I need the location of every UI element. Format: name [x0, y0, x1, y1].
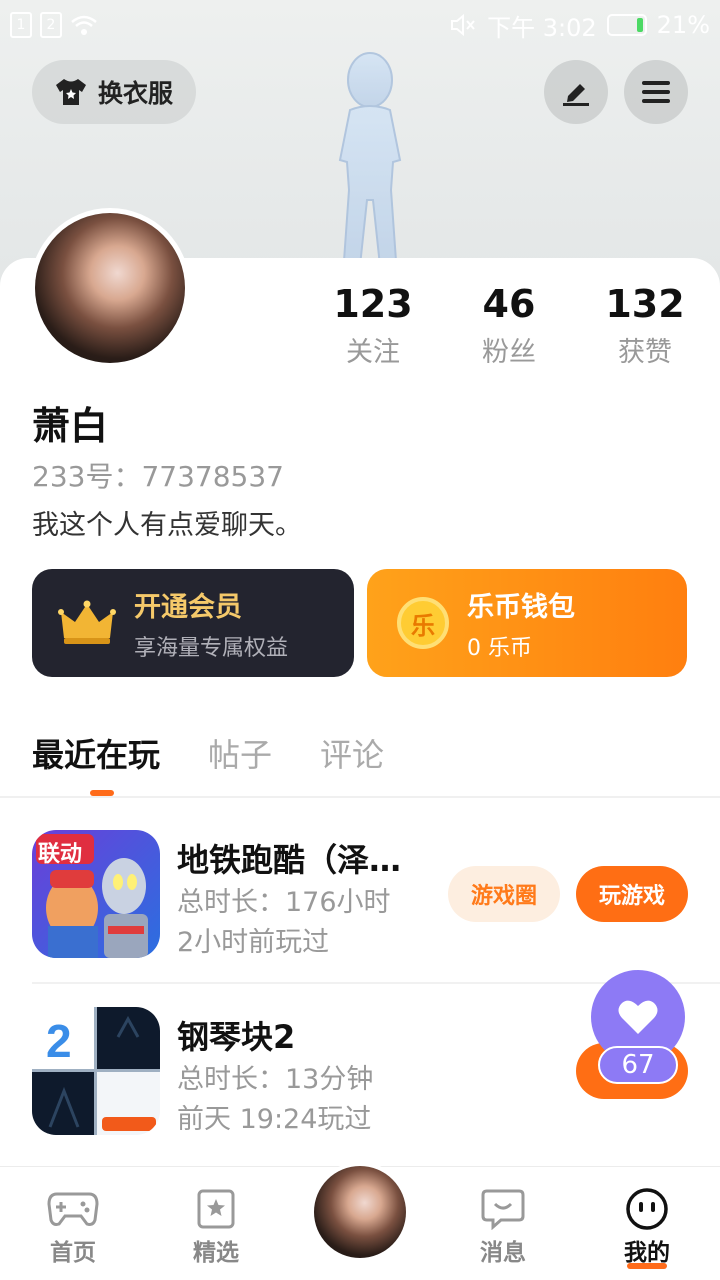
piano-tiles-game-icon: 2 — [32, 1007, 160, 1135]
tabs-divider — [0, 796, 720, 798]
bookmark-star-icon — [197, 1189, 235, 1229]
profile-tabs: 最近在玩 帖子 评论 — [32, 730, 384, 796]
menu-button[interactable] — [624, 60, 688, 124]
user-bio: 我这个人有点爱聊天。 — [32, 510, 302, 541]
play-game-button[interactable]: 玩游戏 — [576, 866, 688, 922]
subway-surfers-game-icon: 联动 — [32, 830, 160, 958]
game-title: 地铁跑酷（泽… — [177, 841, 402, 879]
game-circle-button[interactable]: 游戏圈 — [448, 866, 560, 922]
menu-icon — [642, 81, 670, 103]
nav-featured[interactable]: 精选 — [171, 1187, 261, 1267]
status-time: 下午 3:02 — [487, 13, 597, 42]
vip-subtitle: 享海量专属权益 — [134, 635, 289, 661]
game-duration: 总时长：13分钟 — [177, 1064, 374, 1095]
game-last-played: 前天 19:24玩过 — [177, 1104, 372, 1135]
nav-home-label: 首页 — [50, 1240, 96, 1266]
crown-icon — [58, 600, 116, 644]
likes-stat[interactable]: 132 获赞 — [577, 282, 713, 369]
game-duration: 总时长：176小时 — [177, 887, 391, 918]
avatar-3d-figure — [338, 52, 402, 276]
following-stat[interactable]: 123 关注 — [305, 282, 441, 369]
wifi-icon — [71, 15, 97, 35]
likes-label: 获赞 — [618, 337, 672, 368]
fans-count: 46 — [482, 282, 536, 326]
nav-center-avatar[interactable] — [310, 1162, 410, 1262]
game-title: 钢琴块2 — [177, 1018, 296, 1056]
user-name: 萧白 — [32, 404, 109, 448]
nav-home[interactable]: 首页 — [28, 1187, 118, 1267]
nav-messages[interactable]: 消息 — [458, 1187, 548, 1267]
user-id: 233号：77378537 — [32, 460, 284, 493]
smiley-face-icon — [626, 1188, 668, 1230]
tab-comments[interactable]: 评论 — [320, 730, 384, 776]
wallet-title: 乐币钱包 — [467, 591, 575, 623]
battery-percent: 21% — [656, 11, 710, 39]
chat-icon — [481, 1189, 525, 1230]
edit-icon — [563, 84, 589, 106]
coin-icon: 乐 — [397, 597, 449, 649]
tab-posts[interactable]: 帖子 — [208, 730, 272, 776]
fans-label: 粉丝 — [482, 337, 536, 368]
vip-title: 开通会员 — [134, 591, 242, 623]
status-bar: 1 2 下午 3:02 21% — [0, 0, 720, 50]
wallet-balance: 0 乐币 — [467, 635, 532, 661]
svg-text:2: 2 — [46, 1015, 72, 1067]
nav-messages-label: 消息 — [480, 1240, 526, 1266]
like-count-badge: 67 — [598, 1046, 678, 1084]
likes-count: 132 — [605, 282, 685, 326]
fans-stat[interactable]: 46 粉丝 — [441, 282, 577, 369]
following-count: 123 — [333, 282, 413, 326]
collab-badge: 联动 — [38, 842, 83, 867]
tab-recently-played[interactable]: 最近在玩 — [32, 730, 160, 796]
profile-stats: 123 关注 46 粉丝 132 获赞 — [305, 282, 720, 369]
sim1-icon: 1 — [10, 12, 32, 38]
following-label: 关注 — [346, 337, 400, 368]
tshirt-icon — [56, 79, 86, 105]
gamepad-icon — [47, 1192, 99, 1226]
nav-featured-label: 精选 — [193, 1240, 239, 1266]
edit-profile-button[interactable] — [544, 60, 608, 124]
nav-mine-label: 我的 — [624, 1240, 670, 1266]
change-outfit-label: 换衣服 — [98, 79, 174, 108]
avatar[interactable] — [30, 208, 190, 368]
vip-membership-card[interactable]: 开通会员 享海量专属权益 — [32, 569, 354, 677]
game-last-played: 2小时前玩过 — [177, 927, 330, 958]
mute-icon — [451, 13, 475, 37]
coin-wallet-card[interactable]: 乐 乐币钱包 0 乐币 — [367, 569, 687, 677]
battery-icon — [606, 14, 647, 36]
heart-icon — [618, 1000, 658, 1034]
nav-mine[interactable]: 我的 — [602, 1187, 692, 1269]
sim2-icon: 2 — [40, 12, 62, 38]
change-outfit-button[interactable]: 换衣服 — [32, 60, 196, 124]
